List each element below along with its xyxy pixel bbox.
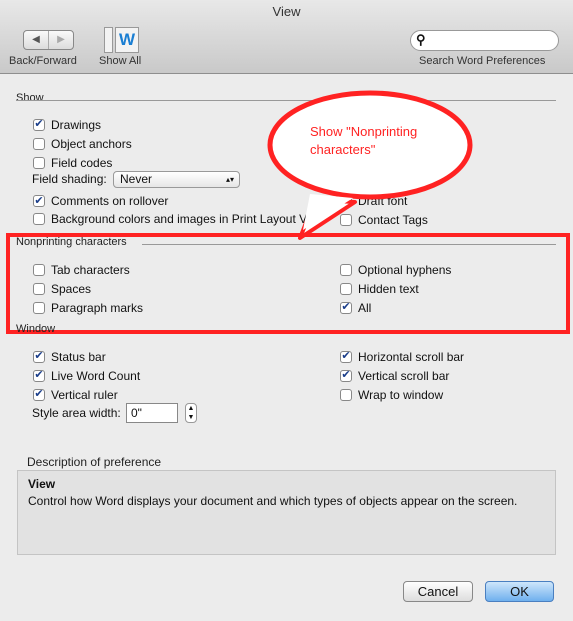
field-shading-label: Field shading:: [32, 172, 107, 186]
window-heading: Window: [16, 323, 56, 335]
checkbox-label: Live Word Count: [51, 368, 141, 383]
checkbox-checked[interactable]: ✔: [340, 369, 352, 382]
checkbox-unchecked[interactable]: [33, 156, 45, 169]
back-forward-label: Back/Forward: [9, 55, 77, 67]
checkbox-item[interactable]: Wrap to window: [340, 385, 464, 404]
checkbox-label: Vertical scroll bar: [358, 368, 450, 383]
checkbox-label: Status bar: [51, 349, 106, 364]
show-heading: Show: [16, 92, 44, 104]
checkbox-item[interactable]: ✔ Vertical ruler: [33, 385, 140, 404]
checkbox-checked[interactable]: ✔: [33, 195, 45, 207]
back-forward-button[interactable]: ◀ ▶: [23, 30, 74, 50]
search-icon: ⚲: [416, 32, 426, 47]
checkbox-label: Comments on rollover: [51, 194, 169, 208]
style-area-label: Style area width:: [32, 406, 121, 420]
search-input[interactable]: ⚲: [410, 30, 559, 51]
ok-button[interactable]: OK: [485, 581, 554, 602]
updown-icon: ▴▾: [225, 175, 234, 184]
window-title: View: [272, 4, 301, 19]
callout-text: Show "Nonprinting characters": [310, 124, 418, 157]
show-all-button[interactable]: W: [104, 27, 140, 53]
checkbox-unchecked[interactable]: [340, 388, 352, 401]
style-area-input[interactable]: 0": [126, 403, 178, 423]
description-text: Control how Word displays your document …: [28, 494, 518, 508]
checkbox-label: Field codes: [51, 155, 113, 170]
checkbox-item[interactable]: ✔ Vertical scroll bar: [340, 366, 464, 385]
checkbox-checked[interactable]: ✔: [33, 350, 45, 363]
checkbox-item[interactable]: Object anchors: [33, 134, 132, 153]
checkbox-label: Horizontal scroll bar: [358, 349, 465, 364]
checkbox-checked[interactable]: ✔: [33, 369, 45, 382]
checkbox-item[interactable]: ✔ Horizontal scroll bar: [340, 347, 464, 366]
checkbox-checked[interactable]: ✔: [33, 118, 45, 131]
checkbox-item[interactable]: ✔ Status bar: [33, 347, 140, 366]
checkbox-item[interactable]: Field codes: [33, 153, 132, 172]
checkbox-checked[interactable]: ✔: [33, 388, 45, 401]
description-title: View: [28, 477, 56, 491]
switch-icon: [104, 27, 113, 53]
checkbox-item[interactable]: ✔ Drawings: [33, 115, 132, 134]
checkbox-label: Vertical ruler: [51, 387, 118, 402]
forward-icon[interactable]: ▶: [48, 31, 73, 49]
style-area-stepper[interactable]: ▲ ▼: [185, 403, 197, 423]
word-icon: W: [115, 27, 139, 53]
callout-bubble: [267, 90, 473, 240]
checkbox-label: Object anchors: [51, 136, 132, 151]
back-icon[interactable]: ◀: [24, 31, 48, 49]
show-all-label: Show All: [99, 55, 142, 67]
description-box: View Control how Word displays your docu…: [17, 470, 556, 555]
checkbox-unchecked[interactable]: [33, 213, 45, 225]
checkbox-unchecked[interactable]: [33, 137, 45, 150]
field-shading-value: Never: [120, 172, 153, 186]
checkbox-label: Drawings: [51, 117, 102, 132]
checkbox-checked[interactable]: ✔: [340, 350, 352, 363]
search-label: Search Word Preferences: [419, 55, 546, 67]
field-shading-select[interactable]: Never ▴▾: [113, 171, 240, 188]
checkbox-item[interactable]: ✔ Live Word Count: [33, 366, 140, 385]
cancel-button[interactable]: Cancel: [403, 581, 473, 602]
checkbox-label: Wrap to window: [358, 387, 444, 402]
description-heading: Description of preference: [27, 455, 162, 469]
